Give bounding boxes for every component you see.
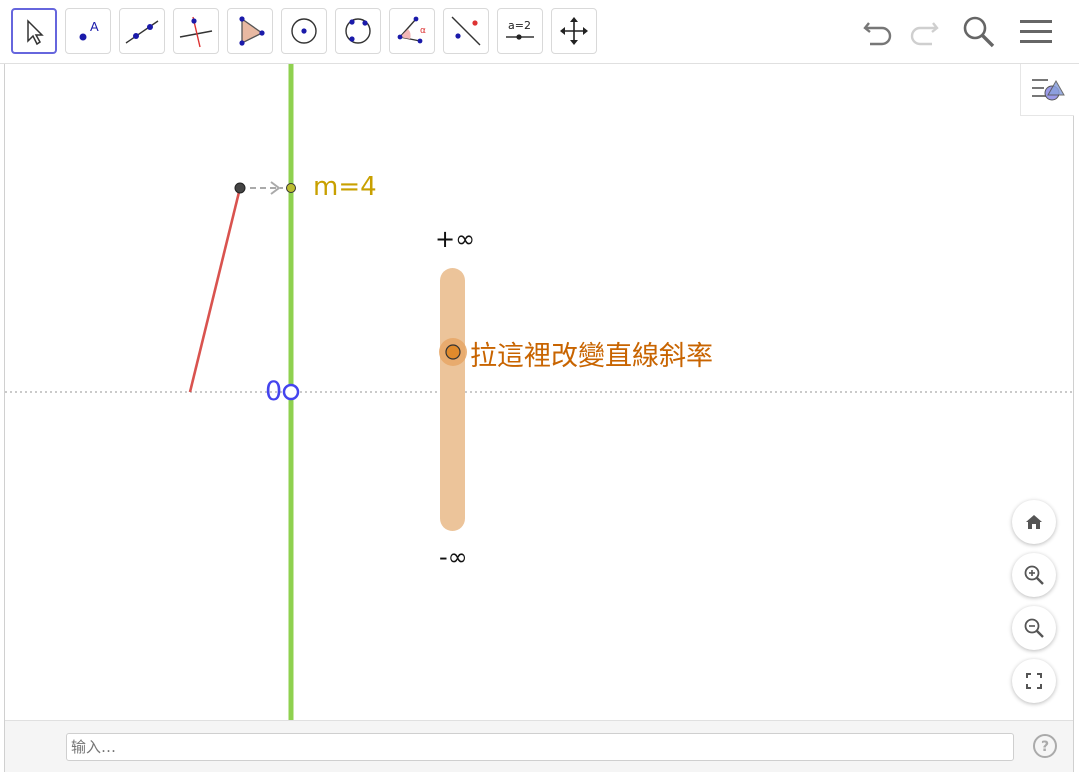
- red-segment[interactable]: [188, 187, 242, 393]
- zoom-out-icon: [1024, 618, 1044, 638]
- svg-text:A: A: [90, 19, 99, 34]
- help-button[interactable]: ?: [1032, 733, 1058, 759]
- zoom-out-button[interactable]: [1012, 606, 1056, 650]
- undo-button[interactable]: [861, 14, 897, 50]
- svg-text:α: α: [420, 26, 426, 36]
- slope-label: m=4: [313, 172, 377, 202]
- slider-tool-button[interactable]: a=2: [497, 8, 543, 54]
- point-tool-button[interactable]: A: [65, 8, 111, 54]
- move-graphics-view-tool-button[interactable]: [551, 8, 597, 54]
- line-icon: [125, 20, 159, 44]
- zoom-in-icon: [1024, 565, 1044, 585]
- polygon-icon: [239, 16, 265, 46]
- cursor-arrow-icon: [27, 19, 44, 46]
- circle-three-points-icon: [345, 18, 371, 44]
- home-icon: [1026, 515, 1042, 529]
- origin-point[interactable]: [282, 383, 300, 401]
- circle-three-points-tool-button[interactable]: [335, 8, 381, 54]
- reflect-line-icon: [451, 16, 481, 46]
- point-icon: A: [79, 19, 99, 41]
- zoom-in-button[interactable]: [1012, 553, 1056, 597]
- toolbar: A α a=2: [0, 0, 1079, 64]
- home-button[interactable]: [1012, 500, 1056, 544]
- origin-label: 0: [265, 376, 283, 407]
- line-tool-button[interactable]: [119, 8, 165, 54]
- move-tool-button[interactable]: [11, 8, 57, 54]
- angle-tool-button[interactable]: α: [389, 8, 435, 54]
- circle-center-point-tool-button[interactable]: [281, 8, 327, 54]
- slope-point[interactable]: [286, 183, 296, 193]
- graphics-canvas[interactable]: [5, 64, 1073, 720]
- redo-icon: [910, 22, 939, 46]
- reflect-tool-button[interactable]: [443, 8, 489, 54]
- style-bar-icon: [1031, 78, 1065, 100]
- svg-text:a=2: a=2: [508, 19, 531, 32]
- search-button[interactable]: [961, 14, 997, 50]
- redo-button[interactable]: [905, 14, 941, 50]
- search-icon: [963, 16, 995, 48]
- graphics-view[interactable]: [5, 64, 1073, 720]
- drag-hint-label: 拉這裡改變直線斜率: [470, 341, 713, 372]
- perpendicular-line-tool-button[interactable]: [173, 8, 219, 54]
- slider-handle[interactable]: [445, 344, 461, 360]
- plus-infinity-label: +∞: [435, 225, 476, 253]
- polygon-tool-button[interactable]: [227, 8, 273, 54]
- slider-track[interactable]: [440, 268, 465, 531]
- fullscreen-button[interactable]: [1012, 659, 1056, 703]
- help-icon: ?: [1033, 734, 1057, 758]
- move-arrows-icon: [560, 17, 588, 45]
- svg-text:?: ?: [1041, 739, 1049, 755]
- algebra-input[interactable]: [66, 733, 1014, 761]
- perpendicular-line-icon: [179, 16, 213, 48]
- segment-end-point[interactable]: [234, 182, 246, 194]
- menu-button[interactable]: [1018, 14, 1054, 50]
- fullscreen-icon: [1026, 673, 1042, 689]
- circle-center-icon: [291, 18, 317, 44]
- menu-icon: [1020, 20, 1052, 43]
- undo-icon: [863, 22, 892, 46]
- angle-icon: α: [397, 16, 426, 44]
- minus-infinity-label: -∞: [439, 543, 468, 571]
- slider-icon: a=2: [506, 19, 534, 40]
- style-bar-toggle[interactable]: [1020, 64, 1074, 116]
- algebra-input-bar: ?: [5, 720, 1073, 772]
